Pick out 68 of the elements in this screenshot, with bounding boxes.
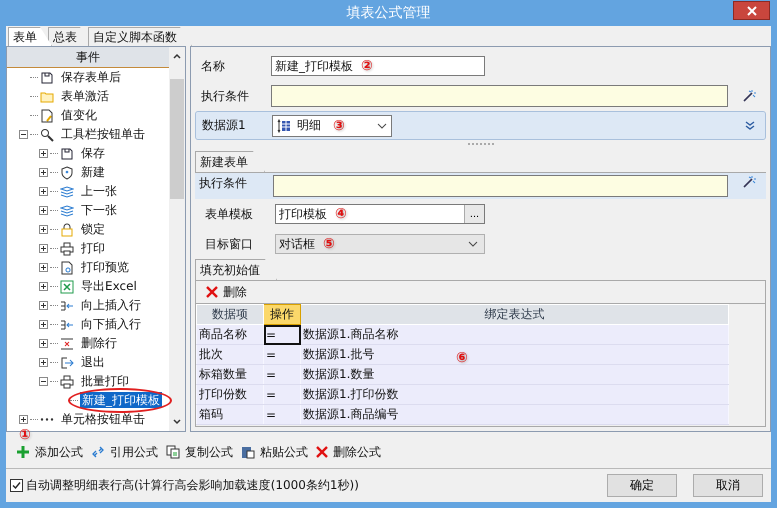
table-cell: 箱码 (196, 404, 264, 424)
tree-item[interactable]: 新建 (79, 164, 107, 180)
table-cell: 打印份数 (196, 384, 264, 404)
datasource-dropdown[interactable]: 明细 ③ (272, 114, 392, 136)
column-header[interactable]: 操作 (264, 304, 300, 324)
tree-item[interactable]: 保存表单后 (59, 69, 123, 85)
table-cell: = (264, 384, 300, 404)
tree-item[interactable]: 批量打印 (79, 373, 131, 389)
toolbar-button[interactable]: 添加公式 (12, 444, 87, 460)
target-window-dropdown[interactable]: 对话框 ⑤ (275, 234, 485, 254)
tree-item[interactable]: 向上插入行 (79, 297, 143, 313)
field-label: 目标窗口 (204, 236, 254, 252)
table-cell: = (264, 404, 300, 424)
table-cell: 数据源1.数量 (300, 364, 728, 384)
tree-item[interactable]: 打印 (79, 240, 107, 256)
browse-button[interactable]: ... (464, 205, 484, 223)
tree-item[interactable]: 删除行 (79, 335, 119, 351)
checkbox-label: 自动调整明细表行高(计算行高会影响加载速度(1000条约1秒)) (26, 477, 359, 494)
tree-item[interactable]: 新建_打印模板 (80, 392, 162, 408)
tree-item[interactable]: 导出Excel (79, 278, 139, 294)
field-label: 执行条件 (198, 175, 248, 192)
toolbar-button[interactable]: 复制公式 (162, 444, 237, 460)
annotation-marker: ④ (335, 206, 347, 222)
annotation-marker: ⑥ (456, 350, 468, 366)
toolbar-button[interactable]: 引用公式 (87, 444, 162, 460)
tree-item[interactable]: 下一张 (79, 202, 119, 218)
name-field[interactable]: 新建_打印模板 ② (271, 56, 485, 76)
table-cell: 商品名称 (196, 324, 264, 344)
tree-item[interactable]: 上一张 (79, 183, 119, 199)
table-cell: 数据源1.商品名称 (300, 324, 728, 344)
annotation-marker: ① (19, 427, 31, 443)
tree-item[interactable]: 打印预览 (79, 259, 131, 275)
tree-item[interactable]: 单元格按钮单击 (59, 411, 147, 427)
column-header[interactable]: 绑定表达式 (300, 304, 728, 324)
table-cell: 标箱数量 (196, 364, 264, 384)
delete-button[interactable]: 删除 (202, 284, 251, 300)
annotation-marker: ⑤ (323, 236, 335, 252)
template-field[interactable]: 打印模板 ④ ... (275, 204, 485, 224)
field-label: 数据源1 (201, 117, 247, 134)
tree-item[interactable]: 锁定 (79, 221, 107, 237)
table-cell: 批次 (196, 344, 264, 364)
tree-item[interactable]: 值变化 (59, 107, 99, 123)
window-title: 填表公式管理 (346, 4, 430, 22)
table-cell: = (264, 324, 300, 344)
dialog-button[interactable]: 取消 (693, 474, 763, 497)
annotation-marker: ③ (333, 118, 345, 134)
tree-item[interactable]: 工具栏按钮单击 (59, 126, 147, 142)
dialog-button[interactable]: 确定 (607, 474, 677, 497)
field-label: 执行条件 (200, 88, 250, 104)
tree-item[interactable]: 退出 (79, 354, 107, 370)
tab[interactable]: 新建表单 (195, 151, 265, 172)
column-header[interactable]: 数据项 (196, 304, 264, 324)
tree-header: 事件 (7, 47, 169, 68)
tree-item[interactable]: 向下插入行 (79, 316, 143, 332)
toolbar-button[interactable]: 删除公式 (312, 444, 385, 460)
table-cell: = (264, 364, 300, 384)
tab[interactable]: 表单 (8, 27, 52, 46)
tree-item[interactable]: 保存 (79, 145, 107, 161)
tab[interactable]: 自定义脚本函数 (88, 27, 192, 46)
field-label: 名称 (200, 58, 226, 74)
annotation-marker: ② (361, 58, 373, 74)
toolbar-button[interactable]: 粘贴公式 (237, 444, 312, 460)
table-cell: = (264, 344, 300, 364)
table-cell: 数据源1.打印份数 (300, 384, 728, 404)
tree-item[interactable]: 表单激活 (59, 88, 111, 104)
tab[interactable]: 填充初始值 (195, 259, 277, 280)
table-cell: 数据源1.商品编号 (300, 404, 728, 424)
field-label: 表单模板 (204, 206, 254, 222)
